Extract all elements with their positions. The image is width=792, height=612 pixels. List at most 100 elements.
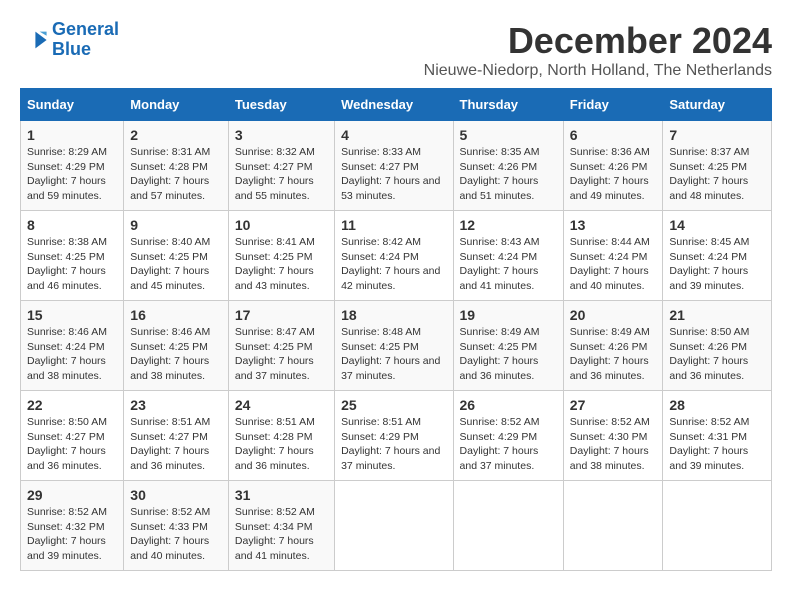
day-number: 13 — [570, 217, 657, 233]
header-friday: Friday — [563, 89, 663, 121]
day-cell: 25 Sunrise: 8:51 AMSunset: 4:29 PMDaylig… — [335, 391, 453, 481]
day-number: 23 — [130, 397, 222, 413]
day-info: Sunrise: 8:32 AMSunset: 4:27 PMDaylight:… — [235, 145, 328, 204]
day-cell: 29 Sunrise: 8:52 AMSunset: 4:32 PMDaylig… — [21, 481, 124, 571]
day-number: 14 — [669, 217, 765, 233]
day-cell: 17 Sunrise: 8:47 AMSunset: 4:25 PMDaylig… — [228, 301, 334, 391]
day-cell: 12 Sunrise: 8:43 AMSunset: 4:24 PMDaylig… — [453, 211, 563, 301]
day-number: 12 — [460, 217, 557, 233]
day-cell: 10 Sunrise: 8:41 AMSunset: 4:25 PMDaylig… — [228, 211, 334, 301]
day-cell: 15 Sunrise: 8:46 AMSunset: 4:24 PMDaylig… — [21, 301, 124, 391]
day-cell: 16 Sunrise: 8:46 AMSunset: 4:25 PMDaylig… — [124, 301, 229, 391]
logo-blue: Blue — [52, 39, 91, 59]
day-info: Sunrise: 8:37 AMSunset: 4:25 PMDaylight:… — [669, 145, 765, 204]
day-number: 28 — [669, 397, 765, 413]
day-info: Sunrise: 8:46 AMSunset: 4:24 PMDaylight:… — [27, 325, 117, 384]
day-cell: 20 Sunrise: 8:49 AMSunset: 4:26 PMDaylig… — [563, 301, 663, 391]
week-row-4: 22 Sunrise: 8:50 AMSunset: 4:27 PMDaylig… — [21, 391, 772, 481]
day-cell: 31 Sunrise: 8:52 AMSunset: 4:34 PMDaylig… — [228, 481, 334, 571]
day-cell: 13 Sunrise: 8:44 AMSunset: 4:24 PMDaylig… — [563, 211, 663, 301]
day-cell: 28 Sunrise: 8:52 AMSunset: 4:31 PMDaylig… — [663, 391, 772, 481]
day-cell: 2 Sunrise: 8:31 AMSunset: 4:28 PMDayligh… — [124, 121, 229, 211]
day-cell: 26 Sunrise: 8:52 AMSunset: 4:29 PMDaylig… — [453, 391, 563, 481]
day-info: Sunrise: 8:50 AMSunset: 4:26 PMDaylight:… — [669, 325, 765, 384]
weekday-row: Sunday Monday Tuesday Wednesday Thursday… — [21, 89, 772, 121]
day-number: 1 — [27, 127, 117, 143]
day-cell: 3 Sunrise: 8:32 AMSunset: 4:27 PMDayligh… — [228, 121, 334, 211]
day-cell: 6 Sunrise: 8:36 AMSunset: 4:26 PMDayligh… — [563, 121, 663, 211]
day-cell: 23 Sunrise: 8:51 AMSunset: 4:27 PMDaylig… — [124, 391, 229, 481]
day-cell — [453, 481, 563, 571]
day-number: 15 — [27, 307, 117, 323]
day-info: Sunrise: 8:42 AMSunset: 4:24 PMDaylight:… — [341, 235, 446, 294]
day-number: 19 — [460, 307, 557, 323]
day-number: 26 — [460, 397, 557, 413]
day-number: 30 — [130, 487, 222, 503]
day-info: Sunrise: 8:41 AMSunset: 4:25 PMDaylight:… — [235, 235, 328, 294]
header-saturday: Saturday — [663, 89, 772, 121]
header-thursday: Thursday — [453, 89, 563, 121]
day-number: 9 — [130, 217, 222, 233]
day-cell: 27 Sunrise: 8:52 AMSunset: 4:30 PMDaylig… — [563, 391, 663, 481]
header-wednesday: Wednesday — [335, 89, 453, 121]
calendar-header: Sunday Monday Tuesday Wednesday Thursday… — [21, 89, 772, 121]
day-cell — [663, 481, 772, 571]
day-info: Sunrise: 8:31 AMSunset: 4:28 PMDaylight:… — [130, 145, 222, 204]
week-row-3: 15 Sunrise: 8:46 AMSunset: 4:24 PMDaylig… — [21, 301, 772, 391]
logo: General Blue — [20, 20, 119, 60]
day-number: 31 — [235, 487, 328, 503]
logo-icon — [20, 26, 48, 54]
day-info: Sunrise: 8:52 AMSunset: 4:30 PMDaylight:… — [570, 415, 657, 474]
day-cell: 19 Sunrise: 8:49 AMSunset: 4:25 PMDaylig… — [453, 301, 563, 391]
day-number: 3 — [235, 127, 328, 143]
day-info: Sunrise: 8:52 AMSunset: 4:33 PMDaylight:… — [130, 505, 222, 564]
day-cell: 11 Sunrise: 8:42 AMSunset: 4:24 PMDaylig… — [335, 211, 453, 301]
day-info: Sunrise: 8:40 AMSunset: 4:25 PMDaylight:… — [130, 235, 222, 294]
title-area: December 2024 Nieuwe-Niedorp, North Holl… — [424, 20, 772, 80]
day-info: Sunrise: 8:49 AMSunset: 4:26 PMDaylight:… — [570, 325, 657, 384]
week-row-1: 1 Sunrise: 8:29 AMSunset: 4:29 PMDayligh… — [21, 121, 772, 211]
week-row-2: 8 Sunrise: 8:38 AMSunset: 4:25 PMDayligh… — [21, 211, 772, 301]
week-row-5: 29 Sunrise: 8:52 AMSunset: 4:32 PMDaylig… — [21, 481, 772, 571]
day-number: 11 — [341, 217, 446, 233]
calendar-title: December 2024 — [424, 20, 772, 62]
day-cell — [335, 481, 453, 571]
day-cell: 1 Sunrise: 8:29 AMSunset: 4:29 PMDayligh… — [21, 121, 124, 211]
day-info: Sunrise: 8:52 AMSunset: 4:34 PMDaylight:… — [235, 505, 328, 564]
day-cell: 8 Sunrise: 8:38 AMSunset: 4:25 PMDayligh… — [21, 211, 124, 301]
day-info: Sunrise: 8:36 AMSunset: 4:26 PMDaylight:… — [570, 145, 657, 204]
logo-general: General — [52, 19, 119, 39]
day-info: Sunrise: 8:52 AMSunset: 4:32 PMDaylight:… — [27, 505, 117, 564]
day-info: Sunrise: 8:51 AMSunset: 4:27 PMDaylight:… — [130, 415, 222, 474]
day-number: 24 — [235, 397, 328, 413]
day-cell — [563, 481, 663, 571]
day-number: 7 — [669, 127, 765, 143]
day-number: 2 — [130, 127, 222, 143]
day-info: Sunrise: 8:38 AMSunset: 4:25 PMDaylight:… — [27, 235, 117, 294]
day-cell: 14 Sunrise: 8:45 AMSunset: 4:24 PMDaylig… — [663, 211, 772, 301]
day-info: Sunrise: 8:52 AMSunset: 4:31 PMDaylight:… — [669, 415, 765, 474]
day-info: Sunrise: 8:51 AMSunset: 4:28 PMDaylight:… — [235, 415, 328, 474]
day-info: Sunrise: 8:33 AMSunset: 4:27 PMDaylight:… — [341, 145, 446, 204]
calendar-subtitle: Nieuwe-Niedorp, North Holland, The Nethe… — [424, 62, 772, 80]
day-cell: 9 Sunrise: 8:40 AMSunset: 4:25 PMDayligh… — [124, 211, 229, 301]
day-info: Sunrise: 8:35 AMSunset: 4:26 PMDaylight:… — [460, 145, 557, 204]
header-sunday: Sunday — [21, 89, 124, 121]
day-number: 5 — [460, 127, 557, 143]
day-info: Sunrise: 8:47 AMSunset: 4:25 PMDaylight:… — [235, 325, 328, 384]
day-info: Sunrise: 8:46 AMSunset: 4:25 PMDaylight:… — [130, 325, 222, 384]
day-number: 21 — [669, 307, 765, 323]
day-info: Sunrise: 8:29 AMSunset: 4:29 PMDaylight:… — [27, 145, 117, 204]
calendar-table: Sunday Monday Tuesday Wednesday Thursday… — [20, 88, 772, 571]
day-info: Sunrise: 8:48 AMSunset: 4:25 PMDaylight:… — [341, 325, 446, 384]
day-number: 22 — [27, 397, 117, 413]
day-number: 16 — [130, 307, 222, 323]
day-number: 27 — [570, 397, 657, 413]
day-number: 20 — [570, 307, 657, 323]
header-monday: Monday — [124, 89, 229, 121]
day-info: Sunrise: 8:51 AMSunset: 4:29 PMDaylight:… — [341, 415, 446, 474]
header: General Blue December 2024 Nieuwe-Niedor… — [20, 20, 772, 80]
day-number: 17 — [235, 307, 328, 323]
day-number: 4 — [341, 127, 446, 143]
day-cell: 7 Sunrise: 8:37 AMSunset: 4:25 PMDayligh… — [663, 121, 772, 211]
